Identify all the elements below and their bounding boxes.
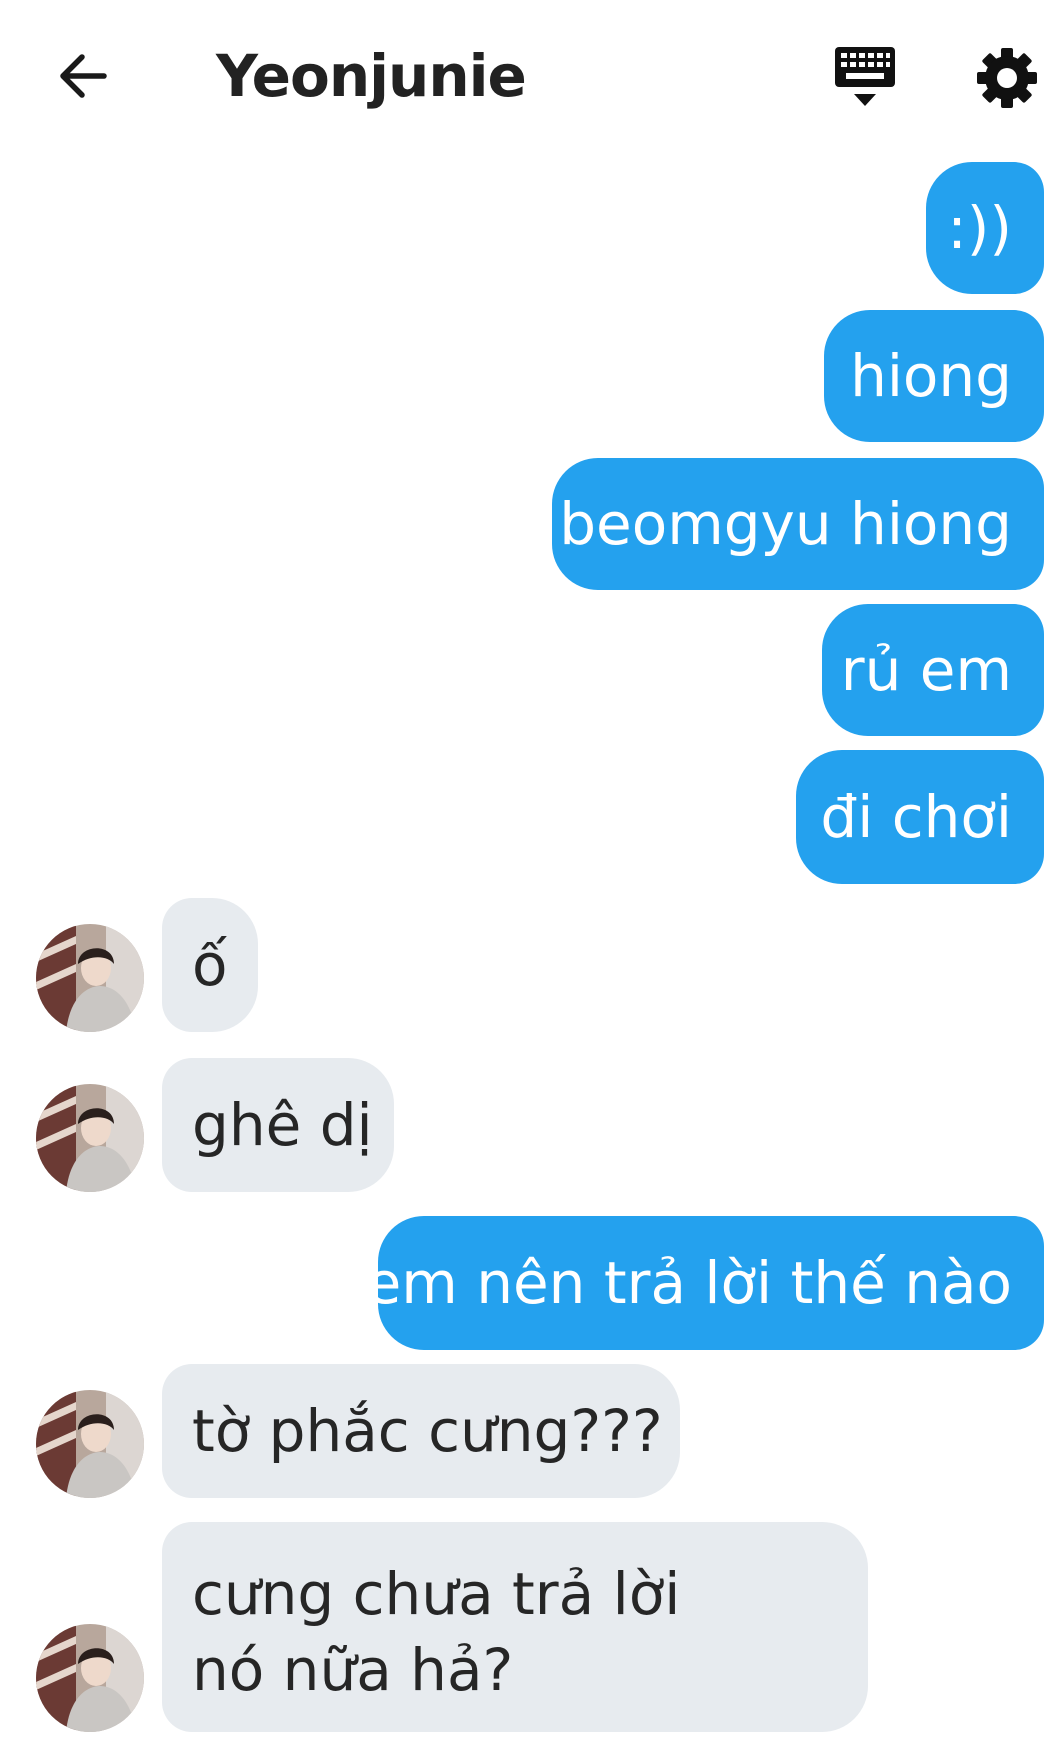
message-text: hiong bbox=[850, 342, 1012, 410]
outgoing-message[interactable]: :)) bbox=[926, 162, 1044, 294]
incoming-message[interactable]: tờ phắc cưng??? bbox=[162, 1364, 680, 1498]
message-text: em nên trả lời thế nào bbox=[365, 1249, 1012, 1317]
incoming-message[interactable]: cưng chưa trả lời nó nữa hả? bbox=[162, 1522, 868, 1732]
message-text: rủ em bbox=[840, 636, 1012, 704]
avatar[interactable] bbox=[36, 924, 144, 1032]
outgoing-message[interactable]: beomgyu hiong bbox=[552, 458, 1044, 590]
message-text: ố bbox=[192, 931, 228, 999]
outgoing-message[interactable]: đi chơi bbox=[796, 750, 1044, 884]
message-text: :)) bbox=[947, 194, 1012, 262]
outgoing-message[interactable]: em nên trả lời thế nào bbox=[366, 1216, 1044, 1350]
outgoing-message[interactable]: rủ em bbox=[822, 604, 1044, 736]
chat-title: Yeonjunie bbox=[216, 42, 527, 110]
outgoing-message[interactable]: hiong bbox=[824, 310, 1044, 442]
incoming-message[interactable]: ghê dị bbox=[162, 1058, 394, 1192]
message-text: đi chơi bbox=[820, 783, 1012, 851]
gear-icon[interactable] bbox=[975, 46, 1039, 110]
avatar[interactable] bbox=[36, 1624, 144, 1732]
avatar[interactable] bbox=[36, 1390, 144, 1498]
message-text: ghê dị bbox=[192, 1091, 373, 1159]
incoming-message[interactable]: ố bbox=[162, 898, 258, 1032]
arrow-left-icon[interactable] bbox=[52, 46, 112, 106]
chat-header: Yeonjunie bbox=[0, 0, 1059, 150]
message-text: beomgyu hiong bbox=[559, 490, 1012, 558]
message-text: tờ phắc cưng??? bbox=[192, 1397, 663, 1465]
avatar[interactable] bbox=[36, 1084, 144, 1192]
message-text: cưng chưa trả lời nó nữa hả? bbox=[192, 1560, 681, 1704]
keyboard-icon[interactable] bbox=[834, 46, 896, 110]
